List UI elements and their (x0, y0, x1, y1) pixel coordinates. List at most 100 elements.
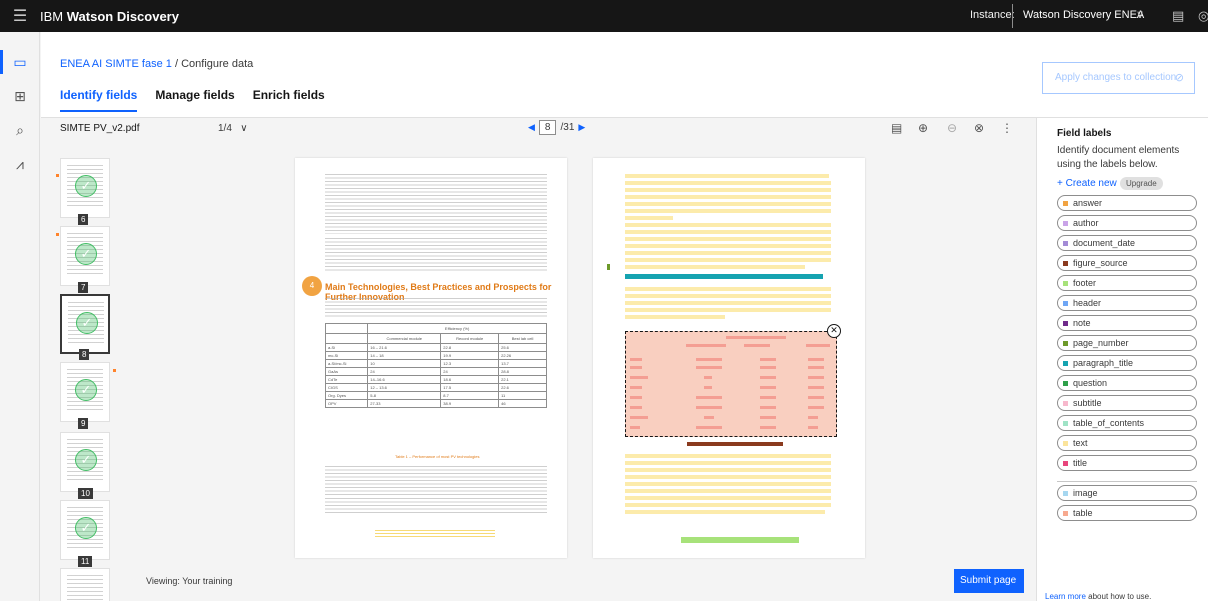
document-page[interactable]: 4 Main Technologies, Best Practices and … (295, 158, 567, 558)
text-label-block (625, 454, 831, 458)
chevron-down-icon: ∨ (1135, 9, 1144, 21)
learn-more-footer: Learn more about how to use. (1045, 592, 1151, 601)
close-circle-icon[interactable]: ⊗ (974, 121, 984, 135)
label-text[interactable]: text (1057, 435, 1197, 451)
checkmark-icon: ✓ (75, 449, 97, 471)
previous-page-icon[interactable]: ◀ (528, 122, 535, 133)
text-label-block (625, 294, 831, 298)
table-row: a-Si 16 – 21.6 22.8 25.6 (324, 343, 547, 352)
label-color-swatch (1063, 491, 1068, 496)
text-label-block (625, 174, 829, 178)
top-bar: ☰ IBM Watson Discovery Instance: Watson … (0, 0, 1208, 32)
overflow-menu-icon[interactable]: ⋮ (1001, 121, 1013, 135)
instance-selector[interactable]: Watson Discovery ENEA ∨ (1012, 4, 1154, 28)
label-page-number[interactable]: page_number (1057, 335, 1197, 351)
apply-changes-button[interactable]: Apply changes to collection ⊘ (1042, 62, 1195, 94)
table-row: Org. Dyes 5-8 8.7 11 (324, 391, 547, 400)
field-labels-panel: Field labels Identify document elements … (1036, 118, 1208, 601)
page-header: ENEA AI SIMTE fase 1 / Configure data Id… (41, 32, 1208, 118)
annotation-badge[interactable]: 4 (302, 276, 322, 296)
label-overlay-page[interactable]: ✕ (593, 158, 865, 558)
thumbnail-number: 10 (78, 488, 93, 499)
folder-icon[interactable]: ▭ (10, 54, 30, 74)
text-label-block (625, 188, 831, 192)
left-navigation: ▭ ⊞ ⌕ ⩘ (0, 32, 40, 601)
text-label-block (625, 482, 831, 486)
thumbnail-page[interactable]: ✓ 9 (60, 362, 116, 429)
document-filename: SIMTE PV_v2.pdf (60, 123, 140, 134)
page-thumbnails: ✓ 6 ✓ 7 ✓ 8 ✓ 9 ✓ 10 ✓ 11 (41, 140, 118, 601)
learn-more-link[interactable]: Learn more (1045, 592, 1086, 601)
text-label-block (625, 301, 831, 305)
next-page-icon[interactable]: ▶ (578, 122, 585, 133)
label-color-swatch (1063, 221, 1068, 226)
document-table: Efficiency (%) Commercial module Record … (324, 323, 547, 408)
label-note[interactable]: note (1057, 315, 1197, 331)
analytics-icon[interactable]: ⩘ (10, 156, 30, 176)
table-row: CIGS 12 – 13.6 17.5 22.6 (324, 383, 547, 392)
label-author[interactable]: author (1057, 215, 1197, 231)
app-brand[interactable]: IBM Watson Discovery (40, 9, 179, 24)
instance-value: Watson Discovery ENEA (1023, 9, 1145, 21)
paragraph-text (325, 298, 547, 318)
thumbnail-page[interactable]: ✓ 11 (60, 500, 110, 567)
label-answer[interactable]: answer (1057, 195, 1197, 211)
annotation-marker (56, 174, 59, 177)
file-page-range: 1/4 (218, 123, 232, 134)
checkmark-icon: ✓ (75, 175, 97, 197)
thumbnail-number: 9 (78, 418, 89, 429)
label-footer[interactable]: footer (1057, 275, 1197, 291)
apply-changes-label: Apply changes to collection (1055, 72, 1177, 83)
label-figure-source[interactable]: figure_source (1057, 255, 1197, 271)
paragraph-text (325, 498, 547, 514)
notes-icon[interactable]: ▤ (1172, 8, 1184, 24)
create-new-label-link[interactable]: + Create new (1057, 178, 1117, 189)
label-table-of-contents[interactable]: table_of_contents (1057, 415, 1197, 431)
thumbnail-page[interactable]: ✓ 6 (56, 158, 110, 225)
label-image[interactable]: image (1057, 485, 1197, 501)
label-color-swatch (1063, 361, 1068, 366)
label-table[interactable]: table (1057, 505, 1197, 521)
text-label-block (625, 230, 831, 234)
tab-identify-fields[interactable]: Identify fields (60, 88, 138, 112)
hamburger-menu-icon[interactable]: ☰ (0, 6, 40, 26)
zoom-out-icon[interactable]: ⊖ (947, 121, 957, 135)
hierarchy-icon[interactable]: ⊞ (10, 88, 30, 108)
page-number-input[interactable]: 8 (538, 120, 557, 135)
thumbnail-page[interactable] (60, 568, 110, 601)
footer-label-block (681, 537, 799, 543)
label-color-swatch (1063, 341, 1068, 346)
tab-enrich-fields[interactable]: Enrich fields (253, 88, 325, 112)
label-header[interactable]: header (1057, 295, 1197, 311)
table-label-region[interactable] (625, 331, 837, 437)
text-label-block (625, 181, 831, 185)
text-label-block (625, 475, 831, 479)
label-question[interactable]: question (1057, 375, 1197, 391)
document-icon[interactable]: ▤ (891, 121, 902, 135)
document-viewer: 4 Main Technologies, Best Practices and … (118, 140, 1036, 601)
page-number-label-block (607, 264, 610, 270)
file-selector[interactable]: 1/4 ∨ (218, 123, 248, 134)
label-paragraph-title[interactable]: paragraph_title (1057, 355, 1197, 371)
label-title[interactable]: title (1057, 455, 1197, 471)
thumbnail-page-selected[interactable]: ✓ 8 (60, 294, 110, 360)
label-subtitle[interactable]: subtitle (1057, 395, 1197, 411)
text-label-block (625, 209, 831, 213)
label-document-date[interactable]: document_date (1057, 235, 1197, 251)
thumbnail-page[interactable]: ✓ 7 (56, 226, 110, 293)
search-icon[interactable]: ⌕ (10, 122, 30, 142)
label-divider (1057, 481, 1197, 482)
table-caption: Table 1 – Performance of most PV technol… (395, 454, 480, 459)
help-icon[interactable]: ◎ (1198, 8, 1208, 24)
tab-manage-fields[interactable]: Manage fields (155, 88, 234, 112)
text-label-block (625, 237, 831, 241)
submit-page-button[interactable]: Submit page (954, 569, 1024, 593)
text-label-block (625, 216, 673, 220)
label-color-swatch (1063, 421, 1068, 426)
zoom-in-icon[interactable]: ⊕ (918, 121, 928, 135)
breadcrumb-project-link[interactable]: ENEA AI SIMTE fase 1 (60, 58, 172, 70)
label-color-swatch (1063, 441, 1068, 446)
remove-label-icon[interactable]: ✕ (827, 324, 841, 338)
thumbnail-page[interactable]: ✓ 10 (60, 432, 110, 499)
upgrade-tag[interactable]: Upgrade (1120, 177, 1163, 190)
